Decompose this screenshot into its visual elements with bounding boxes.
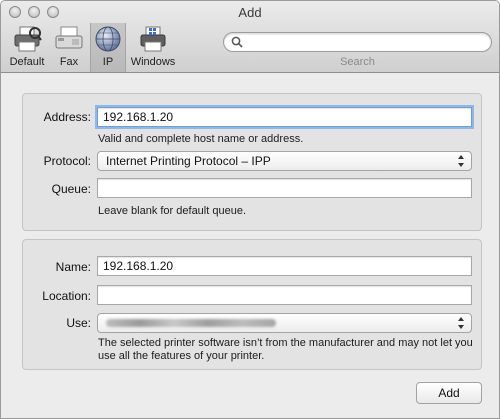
protocol-popup[interactable]: Internet Printing Protocol – IPP [97,151,472,171]
protocol-value: Internet Printing Protocol – IPP [106,154,271,168]
location-field[interactable] [97,285,472,305]
address-hint: Valid and complete host name or address. [98,133,304,145]
toolbar-windows-label: Windows [130,56,176,68]
search-field[interactable] [223,32,492,52]
location-label: Location: [42,289,91,303]
name-field[interactable]: 192.168.1.20 [97,256,472,276]
search-input[interactable] [246,35,486,49]
printer-info-group: Name: 192.168.1.20 Location: Use: The se… [22,239,482,370]
globe-icon [95,26,121,52]
protocol-label: Protocol: [43,154,91,168]
queue-hint: Leave blank for default queue. [98,205,247,217]
address-label: Address: [43,110,91,124]
address-field[interactable]: 192.168.1.20 [97,107,472,127]
toolbar-fax-button[interactable]: Fax [51,23,87,71]
updown-arrows-icon [458,317,464,329]
name-label: Name: [55,260,91,274]
use-label: Use: [66,316,91,330]
queue-label: Queue: [51,182,91,196]
toolbar-default-button[interactable]: Default [7,23,47,71]
toolbar-fax-label: Fax [59,56,79,68]
toolbar-ip-label: IP [102,56,114,68]
use-popup[interactable] [97,313,472,333]
window-title: Add [238,5,262,20]
connection-group: Address: 192.168.1.20 Valid and complete… [22,93,482,231]
fax-icon [55,26,83,49]
toolbar-windows-button[interactable]: Windows [129,23,177,71]
title-toolbar: Add Default Fax IP Windows Search [1,1,499,73]
use-value-redacted [106,319,276,327]
updown-arrows-icon [458,155,464,167]
toolbar-default-label: Default [9,56,45,68]
search-icon [231,36,243,48]
windows-printer-icon [140,26,166,52]
printer-default-icon [14,26,42,52]
add-printer-window: Add Default Fax IP Windows Search Addres… [0,0,500,419]
add-button[interactable]: Add [416,382,482,404]
toolbar-ip-button[interactable]: IP [90,23,126,72]
queue-field[interactable] [97,178,472,198]
use-hint: The selected printer software isn’t from… [98,337,473,362]
search-label: Search [340,56,375,68]
